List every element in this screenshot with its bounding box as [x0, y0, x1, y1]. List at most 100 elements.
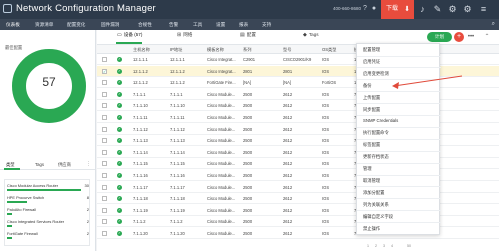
menu-item[interactable]: 更新存档状态	[363, 154, 389, 160]
menu-item[interactable]: 取消管理	[363, 178, 380, 184]
cell-ip: 12.1.1.2	[170, 80, 185, 86]
cell-os: IOS	[322, 207, 330, 213]
search-icon[interactable]: ⌕	[492, 21, 495, 28]
column-header-template[interactable]: 模板名称	[207, 47, 224, 53]
menu-item[interactable]: 执行配置命令	[363, 130, 389, 136]
tab-vendor[interactable]: 供应商	[58, 162, 71, 168]
menu-item[interactable]: 上传配置	[363, 95, 380, 101]
menu-item[interactable]: 同步配置	[363, 107, 380, 113]
row-checkbox[interactable]	[102, 138, 107, 144]
download-button[interactable]: 下载 ⬇	[381, 0, 414, 19]
page-3[interactable]: 3	[383, 244, 385, 248]
row-checkbox[interactable]: ✓	[102, 68, 107, 74]
more-icon[interactable]: ⋮	[86, 161, 91, 167]
menu-item[interactable]: 列为关联关系	[363, 202, 389, 208]
menu-item[interactable]: 禁止操作	[363, 226, 380, 232]
cell-series: [NA]	[243, 80, 251, 86]
vendor-list-item[interactable]: Cisco Modular Access Router 30	[6, 183, 90, 195]
cell-ip: 7.1.1.19	[170, 207, 185, 213]
nav-item-firmware[interactable]: 固件漏洞	[101, 19, 119, 30]
more-actions-button[interactable]: •••	[466, 32, 476, 42]
nav-item-alarms[interactable]: 告警	[169, 19, 178, 30]
nav-item-dashboard[interactable]: 仪表板	[6, 19, 20, 30]
tab-network[interactable]: ⊞ 网络	[177, 32, 192, 38]
menu-item[interactable]: 管理	[363, 166, 372, 172]
page-4[interactable]: 4	[391, 244, 393, 248]
column-header-ip[interactable]: IP地址	[170, 47, 182, 53]
left-panel: 最佳配置 57 类型 Tags 供应商 ⋮ Cisco Modular Acce…	[0, 30, 96, 251]
nav-item-support[interactable]: 支持	[262, 19, 271, 30]
row-checkbox[interactable]	[102, 161, 107, 167]
cell-template: Cisco Module...	[207, 103, 236, 109]
menu-item[interactable]: 启用变更检测	[363, 71, 389, 77]
network-icon: ⊞	[177, 32, 182, 38]
device-icon: ▭	[117, 32, 122, 38]
nav-item-config-changes[interactable]: 配置变化	[67, 19, 85, 30]
menu-divider	[357, 222, 441, 224]
vendor-list-item[interactable]: Cisco Integrated Services Router 2	[6, 219, 90, 231]
row-checkbox[interactable]	[102, 103, 107, 109]
settings-icon[interactable]: ⚙	[447, 4, 458, 15]
tab-tags[interactable]: ◆ Tags	[303, 32, 319, 38]
page-1[interactable]: 1	[367, 244, 369, 248]
bell-icon[interactable]: ♪	[417, 4, 428, 15]
vendor-list-item[interactable]: FortiGate Firewall 2	[6, 231, 90, 243]
menu-item[interactable]: SNMP Credentials	[363, 118, 398, 123]
cell-model: 2801	[283, 68, 293, 74]
row-checkbox[interactable]	[102, 126, 107, 132]
row-checkbox[interactable]	[102, 57, 107, 62]
cell-hostname: 7.1.1.19	[133, 207, 148, 213]
nav-item-tools[interactable]: 工具	[193, 19, 202, 30]
schedule-button[interactable]: 计划	[427, 32, 452, 42]
tab-config[interactable]: ▤ 配置	[240, 32, 256, 38]
row-checkbox[interactable]	[102, 231, 107, 236]
menu-item[interactable]: 标签配置	[363, 142, 380, 148]
vendor-count: 2	[86, 231, 89, 236]
vendor-share-bar	[7, 237, 13, 239]
collapse-icon[interactable]: ⌃	[482, 32, 492, 42]
row-checkbox[interactable]	[102, 196, 107, 202]
add-device-button[interactable]: +	[454, 32, 464, 42]
menu-item[interactable]: 启用凭证	[363, 59, 380, 65]
row-checkbox[interactable]	[102, 149, 107, 155]
nav-item-settings[interactable]: 设置	[216, 19, 225, 30]
status-ok-icon: ✓	[117, 91, 122, 97]
nav-item-inventory[interactable]: 资源清单	[35, 19, 53, 30]
column-header-model[interactable]: 型号	[283, 47, 291, 53]
main-nav: 仪表板 资源清单 配置变化 固件漏洞 合规性 告警 工具 设置 报表 支持 ⌕	[0, 19, 499, 30]
row-checkbox[interactable]	[102, 219, 107, 225]
vendor-list-item[interactable]: PaloAlto Firewall 2	[6, 207, 90, 219]
question-icon[interactable]: ?	[361, 5, 369, 13]
cell-template: FortiGate Fire...	[207, 80, 236, 86]
cell-ip: 7.1.1.17	[170, 184, 185, 190]
row-checkbox[interactable]	[102, 173, 107, 178]
tab-tags[interactable]: Tags	[35, 162, 44, 167]
page-size[interactable]: 50	[407, 244, 411, 248]
settings-icon[interactable]: ⚙	[462, 4, 473, 15]
page-2[interactable]: 2	[375, 244, 377, 248]
menu-item[interactable]: 备份	[363, 83, 372, 89]
nav-item-reports[interactable]: 报表	[239, 19, 248, 30]
row-checkbox[interactable]	[102, 115, 107, 120]
row-checkbox[interactable]	[102, 207, 107, 213]
tab-devices[interactable]: ▭ 设备 (57)	[117, 32, 142, 38]
wrench-icon[interactable]: ✎	[432, 4, 443, 15]
row-checkbox[interactable]	[102, 91, 107, 97]
cell-series: 2500	[243, 196, 253, 202]
column-header-series[interactable]: 系列	[243, 47, 251, 53]
cell-os: IOS	[322, 138, 330, 144]
vendor-count: 2	[86, 219, 89, 224]
vendor-list-item[interactable]: HPE Procurve Switch 8	[6, 195, 90, 207]
user-icon[interactable]: ●	[370, 5, 378, 13]
cell-model: 2612	[283, 91, 293, 97]
menu-item[interactable]: 添加分配置	[363, 190, 384, 196]
menu-icon[interactable]: ≡	[478, 4, 489, 15]
column-header-hostname[interactable]: 主机名称	[133, 47, 150, 53]
status-ok-icon: ✓	[117, 138, 122, 144]
logo-icon	[3, 4, 12, 13]
menu-item[interactable]: 编辑自定义字段	[363, 214, 393, 220]
row-checkbox[interactable]	[102, 184, 107, 190]
nav-item-compliance[interactable]: 合规性	[138, 19, 152, 30]
row-checkbox[interactable]	[102, 80, 107, 86]
column-header-os[interactable]: OS类型	[322, 47, 336, 53]
